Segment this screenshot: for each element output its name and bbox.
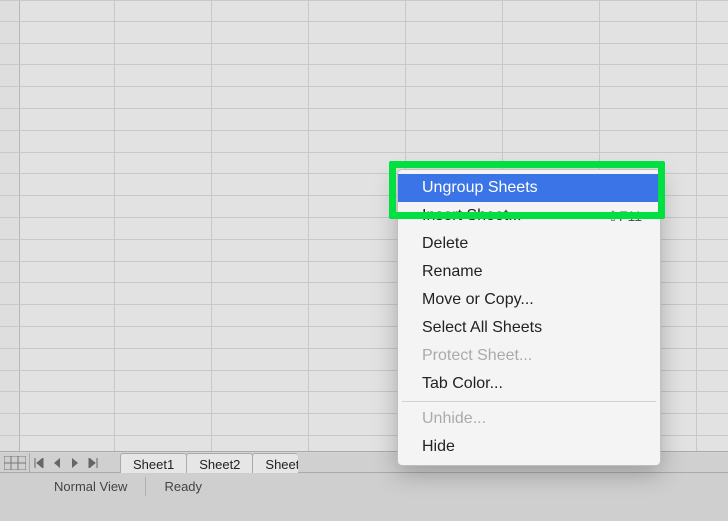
menu-item-label: Rename [422, 263, 482, 281]
menu-item-label: Protect Sheet... [422, 347, 532, 365]
menu-item-label: Delete [422, 235, 468, 253]
view-mode-label: Normal View [36, 477, 146, 496]
menu-hide[interactable]: Hide [398, 433, 660, 461]
nav-prev-icon [53, 458, 61, 468]
menu-select-all-sheets[interactable]: Select All Sheets [398, 314, 660, 342]
menu-ungroup-sheets[interactable]: Ungroup Sheets [398, 174, 660, 202]
next-sheet-button[interactable] [66, 454, 84, 472]
sheet-tab-1[interactable]: Sheet1 [120, 453, 187, 473]
view-options-button[interactable] [0, 453, 30, 473]
menu-delete[interactable]: Delete [398, 230, 660, 258]
grid-view-icon [4, 456, 26, 470]
menu-item-label: Ungroup Sheets [422, 179, 538, 197]
first-sheet-button[interactable] [30, 454, 48, 472]
sheet-tab-2[interactable]: Sheet2 [186, 453, 253, 473]
menu-move-or-copy[interactable]: Move or Copy... [398, 286, 660, 314]
menu-unhide: Unhide... [398, 405, 660, 433]
prev-sheet-button[interactable] [48, 454, 66, 472]
nav-next-icon [71, 458, 79, 468]
menu-shortcut-label: ⇧F11 [607, 208, 642, 225]
menu-item-label: Insert Sheet... [422, 207, 522, 225]
status-bar: Normal View Ready [0, 473, 728, 521]
menu-protect-sheet: Protect Sheet... [398, 342, 660, 370]
sheet-tab-3[interactable]: Sheet3 [252, 453, 298, 473]
nav-last-icon [88, 458, 98, 468]
menu-item-label: Tab Color... [422, 375, 503, 393]
menu-insert-sheet[interactable]: Insert Sheet... ⇧F11 [398, 202, 660, 230]
menu-item-label: Select All Sheets [422, 319, 542, 337]
menu-item-label: Hide [422, 438, 455, 456]
menu-rename[interactable]: Rename [398, 258, 660, 286]
menu-separator [402, 401, 656, 402]
menu-item-label: Move or Copy... [422, 291, 534, 309]
nav-first-icon [34, 458, 44, 468]
status-state-label: Ready [146, 477, 220, 496]
sheet-context-menu: Ungroup Sheets Insert Sheet... ⇧F11 Dele… [397, 169, 661, 466]
menu-item-label: Unhide... [422, 410, 486, 428]
menu-tab-color[interactable]: Tab Color... [398, 370, 660, 398]
last-sheet-button[interactable] [84, 454, 102, 472]
